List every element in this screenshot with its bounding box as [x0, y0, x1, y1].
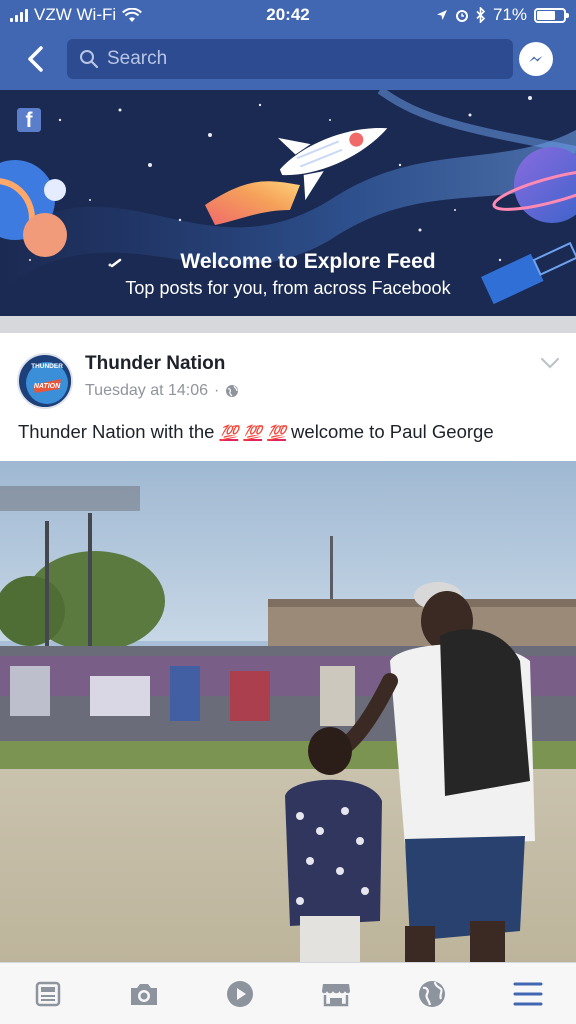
marketplace-icon	[322, 984, 350, 1007]
post-text-before: Thunder Nation with the	[18, 421, 215, 442]
post-timestamp[interactable]: Tuesday at 14:06	[85, 382, 208, 400]
hundred-emoji: 💯	[243, 425, 263, 442]
bluetooth-icon	[476, 7, 486, 23]
search-input[interactable]	[107, 48, 487, 70]
banner-title: Welcome to Explore Feed	[180, 250, 436, 273]
battery-level	[537, 10, 556, 20]
battery-icon	[534, 7, 569, 23]
banner-subtitle: Top posts for you, from across Facebook	[125, 278, 451, 298]
status-bar: VZW Wi-Fi 20:42 71%	[0, 0, 576, 30]
tab-video[interactable]	[223, 977, 257, 1011]
tab-explore[interactable]	[415, 977, 449, 1011]
globe-icon	[419, 981, 445, 1007]
thunder-nation-logo: THUNDER NATION	[20, 356, 71, 407]
tab-menu[interactable]	[511, 977, 545, 1011]
bottom-tab-bar	[0, 962, 576, 1024]
search-icon	[80, 50, 99, 69]
status-right: 71%	[436, 5, 569, 25]
page-avatar[interactable]: THUNDER NATION	[17, 353, 73, 409]
battery-percent: 71%	[492, 5, 527, 24]
avatar-text-bottom: NATION	[34, 383, 61, 390]
post-text: Thunder Nation with the 💯 💯 💯 welcome to…	[18, 421, 563, 443]
alarm-icon	[455, 10, 468, 22]
post-options-chevron-icon[interactable]	[539, 355, 561, 371]
messenger-button[interactable]	[519, 42, 553, 76]
news-feed-icon	[35, 981, 61, 1007]
back-arrow-icon[interactable]	[20, 42, 54, 76]
page-name[interactable]: Thunder Nation	[85, 353, 225, 375]
facebook-logo-icon: f	[17, 108, 41, 132]
post-header: THUNDER NATION Thunder Nation Tuesday at…	[0, 333, 576, 423]
location-arrow-icon	[436, 10, 447, 20]
menu-icon	[513, 982, 543, 1006]
globe-privacy-icon	[226, 385, 239, 397]
post-video[interactable]	[0, 461, 576, 962]
explore-feed-banner: f Welcome to Explore Feed Top posts for …	[0, 90, 576, 316]
tab-news-feed[interactable]	[31, 977, 65, 1011]
post-meta: Tuesday at 14:06 ·	[85, 382, 239, 400]
nav-bar	[0, 36, 576, 82]
meta-separator: ·	[214, 382, 220, 399]
video-play-icon	[227, 981, 253, 1007]
tab-camera[interactable]	[127, 977, 161, 1011]
avatar-text-top: THUNDER	[31, 363, 63, 370]
video-frame	[0, 461, 576, 962]
messenger-icon	[529, 56, 543, 62]
section-divider	[0, 316, 576, 333]
camera-icon	[131, 984, 157, 1005]
search-bar[interactable]	[67, 39, 513, 79]
tab-marketplace[interactable]	[319, 977, 353, 1011]
hundred-emoji: 💯	[267, 425, 286, 442]
hundred-emoji: 💯	[219, 425, 239, 442]
top-bar: VZW Wi-Fi 20:42 71%	[0, 0, 576, 90]
post-text-after: welcome to Paul George	[291, 421, 494, 442]
